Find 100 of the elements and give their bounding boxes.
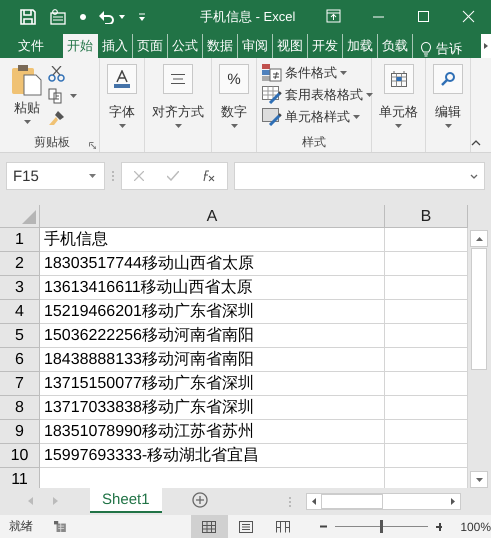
table-cell[interactable]: 18438888133移动河南省南阳: [40, 348, 385, 372]
caret-icon: [89, 174, 96, 178]
row-header[interactable]: 8: [0, 396, 40, 420]
font-color-icon: [113, 70, 131, 88]
table-cell[interactable]: 手机信息: [40, 228, 385, 252]
table-cell[interactable]: [385, 300, 468, 324]
table-cell[interactable]: [385, 276, 468, 300]
table-cell[interactable]: 15997693333-移动湖北省宜昌: [40, 444, 385, 468]
style-menu-button[interactable]: 套用表格格式: [262, 86, 373, 104]
scroll-right-button[interactable]: [481, 34, 491, 58]
dialog-launcher-icon[interactable]: [89, 142, 96, 149]
macro-record-icon[interactable]: [54, 520, 66, 533]
column-header[interactable]: B: [385, 205, 468, 228]
touch-mode-icon[interactable]: [49, 9, 67, 25]
row-header[interactable]: 1: [0, 228, 40, 252]
row-header[interactable]: 2: [0, 252, 40, 276]
zoom-out-icon[interactable]: [320, 525, 327, 528]
ribbon-tab[interactable]: 文件: [10, 34, 52, 58]
caret-icon: [340, 71, 347, 75]
row-header[interactable]: 6: [0, 348, 40, 372]
table-icon: [390, 71, 406, 87]
function-icon[interactable]: [202, 170, 216, 182]
normal-view-icon: [202, 520, 216, 532]
dot-icon[interactable]: [80, 14, 86, 20]
scroll-thumb[interactable]: [321, 494, 383, 509]
table-cell[interactable]: 13613416611移动山西省太原: [40, 276, 385, 300]
formula-input[interactable]: [234, 162, 485, 190]
customize-icon[interactable]: [138, 13, 146, 21]
table-cell[interactable]: 18351078990移动江苏省苏州: [40, 420, 385, 444]
conditional-format-icon: [262, 64, 282, 82]
ribbon-button[interactable]: 对齐方式: [150, 64, 206, 128]
row-header[interactable]: 10: [0, 444, 40, 468]
name-box[interactable]: F15: [6, 162, 105, 190]
status-text: 就绪: [9, 518, 33, 535]
view-button[interactable]: [190, 515, 228, 538]
check-icon[interactable]: [166, 171, 178, 181]
table-cell[interactable]: [385, 420, 468, 444]
grip-icon: [111, 170, 115, 182]
percent-symbol: %: [227, 70, 241, 88]
caret-icon: [24, 120, 30, 124]
collapse-ribbon-icon[interactable]: [471, 140, 481, 146]
table-cell[interactable]: 13715150077移动广东省深圳: [40, 372, 385, 396]
paste-button[interactable]: 粘贴: [10, 64, 44, 124]
grip-icon: [288, 496, 292, 508]
caret-icon: [395, 124, 402, 128]
table-cell[interactable]: [385, 228, 468, 252]
ribbon-button[interactable]: % 数字: [217, 64, 251, 128]
lightbulb-icon[interactable]: [421, 42, 431, 56]
group-label: 样式: [302, 135, 326, 149]
table-cell[interactable]: 13717033838移动广东省深圳: [40, 396, 385, 420]
ribbon-tab[interactable]: 开始: [63, 34, 98, 58]
search-icon: [440, 71, 456, 87]
page-break-icon: [276, 520, 290, 532]
format-painter-icon[interactable]: [48, 110, 66, 126]
tell-me-field[interactable]: 告诉: [436, 40, 462, 58]
scroll-up-icon[interactable]: [476, 236, 482, 240]
caret-icon: [118, 124, 126, 128]
row-header[interactable]: 4: [0, 300, 40, 324]
row-header[interactable]: 5: [0, 324, 40, 348]
table-cell[interactable]: [385, 444, 468, 468]
row-header[interactable]: 9: [0, 420, 40, 444]
scroll-down-icon[interactable]: [476, 478, 482, 482]
table-cell[interactable]: [385, 324, 468, 348]
save-icon[interactable]: [20, 9, 36, 25]
expand-icon[interactable]: [470, 174, 478, 178]
table-cell[interactable]: [385, 348, 468, 372]
cell-style-icon: [262, 108, 282, 126]
column-header[interactable]: A: [40, 205, 385, 228]
caret-icon[interactable]: [119, 15, 125, 19]
zoom-level[interactable]: 100%: [460, 520, 491, 534]
table-cell[interactable]: [385, 396, 468, 420]
undo-icon[interactable]: [99, 10, 115, 24]
style-menu-button[interactable]: 单元格样式: [262, 108, 373, 126]
style-menu-button[interactable]: 条件格式: [262, 64, 373, 82]
table-cell[interactable]: [385, 252, 468, 276]
row-header[interactable]: 11: [0, 468, 40, 488]
table-cell[interactable]: 15219466201移动广东省深圳: [40, 300, 385, 324]
window-title: 手机信息 - Excel: [199, 8, 296, 26]
caret-icon: [230, 124, 238, 128]
table-cell[interactable]: 15036222256移动河南省南阳: [40, 324, 385, 348]
ribbon-button[interactable]: 字体: [105, 64, 139, 128]
table-format-icon: [262, 86, 282, 104]
slider-thumb[interactable]: [380, 520, 384, 533]
zoom-in-icon[interactable]: [436, 522, 442, 530]
group-label: 剪贴板: [34, 135, 70, 149]
copy-button[interactable]: [48, 88, 77, 104]
caret-icon: [174, 124, 182, 128]
add-sheet-icon[interactable]: [192, 492, 208, 508]
scroll-thumb[interactable]: [471, 248, 487, 370]
sheet-tab[interactable]: Sheet1: [90, 488, 162, 513]
cut-icon[interactable]: [48, 66, 66, 82]
caret-icon: [353, 115, 360, 119]
ribbon-button[interactable]: 单元格: [377, 64, 420, 128]
table-cell[interactable]: 18303517744移动山西省太原: [40, 252, 385, 276]
row-header[interactable]: 3: [0, 276, 40, 300]
caret-icon: [366, 93, 373, 97]
horizontal-scrollbar[interactable]: [306, 493, 461, 510]
table-cell[interactable]: [385, 372, 468, 396]
ribbon-button[interactable]: 编辑: [431, 64, 465, 128]
row-header[interactable]: 7: [0, 372, 40, 396]
